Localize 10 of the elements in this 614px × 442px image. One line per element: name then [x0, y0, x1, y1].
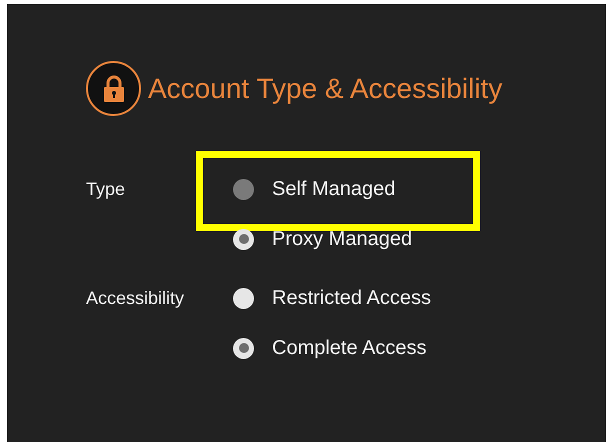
- option-label: Proxy Managed: [272, 227, 412, 252]
- radio-button[interactable]: [233, 288, 254, 308]
- option-label: Restricted Access: [272, 286, 431, 311]
- option-label: Complete Access: [272, 336, 427, 361]
- field-label: Accessibility: [86, 286, 184, 310]
- section-title: Account Type & Accessibility: [148, 72, 502, 106]
- radio-button[interactable]: [233, 228, 254, 250]
- field-label: Type: [86, 178, 126, 201]
- radio-button[interactable]: [233, 338, 254, 358]
- option-label: Self Managed: [272, 177, 396, 202]
